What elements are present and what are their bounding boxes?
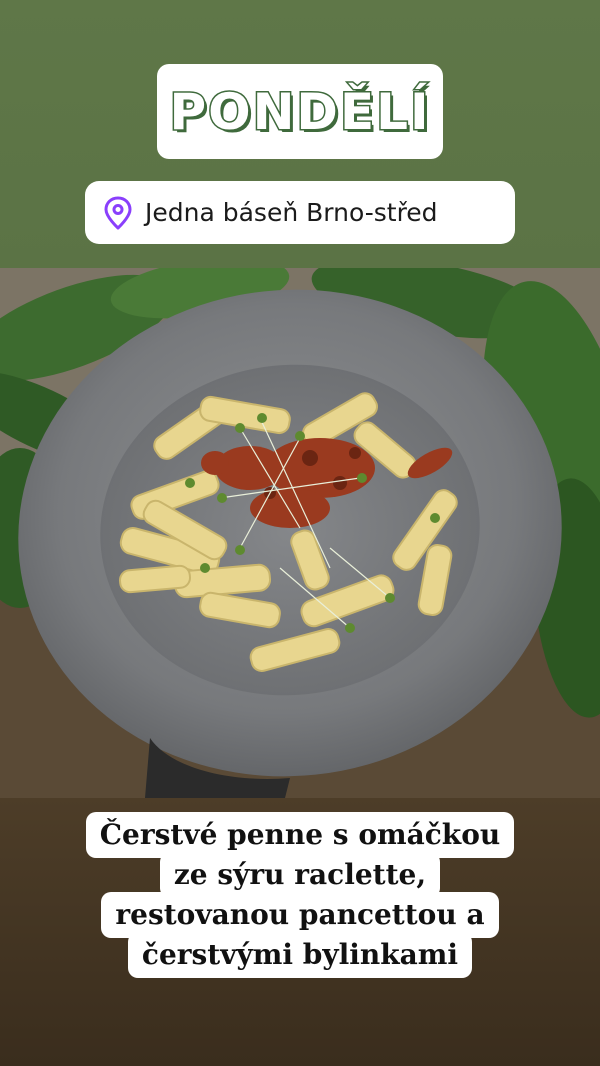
- day-sticker: PONDĚLÍ: [157, 64, 443, 159]
- caption-line: čerstvými bylinkami: [127, 932, 473, 978]
- location-sticker[interactable]: Jedna báseň Brno-střed: [85, 181, 515, 244]
- story-frame: PONDĚLÍ Jedna báseň Brno-střed Čerstvé p…: [0, 0, 600, 1066]
- day-label: PONDĚLÍ: [168, 81, 431, 142]
- location-pin-icon: [104, 196, 132, 229]
- dish-caption: Čerstvé penne s omáčkou ze sýru raclette…: [0, 812, 600, 978]
- location-name: Jedna báseň Brno-střed: [145, 198, 438, 227]
- dish-illustration: [0, 268, 600, 798]
- header-band: PONDĚLÍ Jedna báseň Brno-střed: [0, 0, 600, 268]
- pasta-dish-photo: [0, 268, 600, 798]
